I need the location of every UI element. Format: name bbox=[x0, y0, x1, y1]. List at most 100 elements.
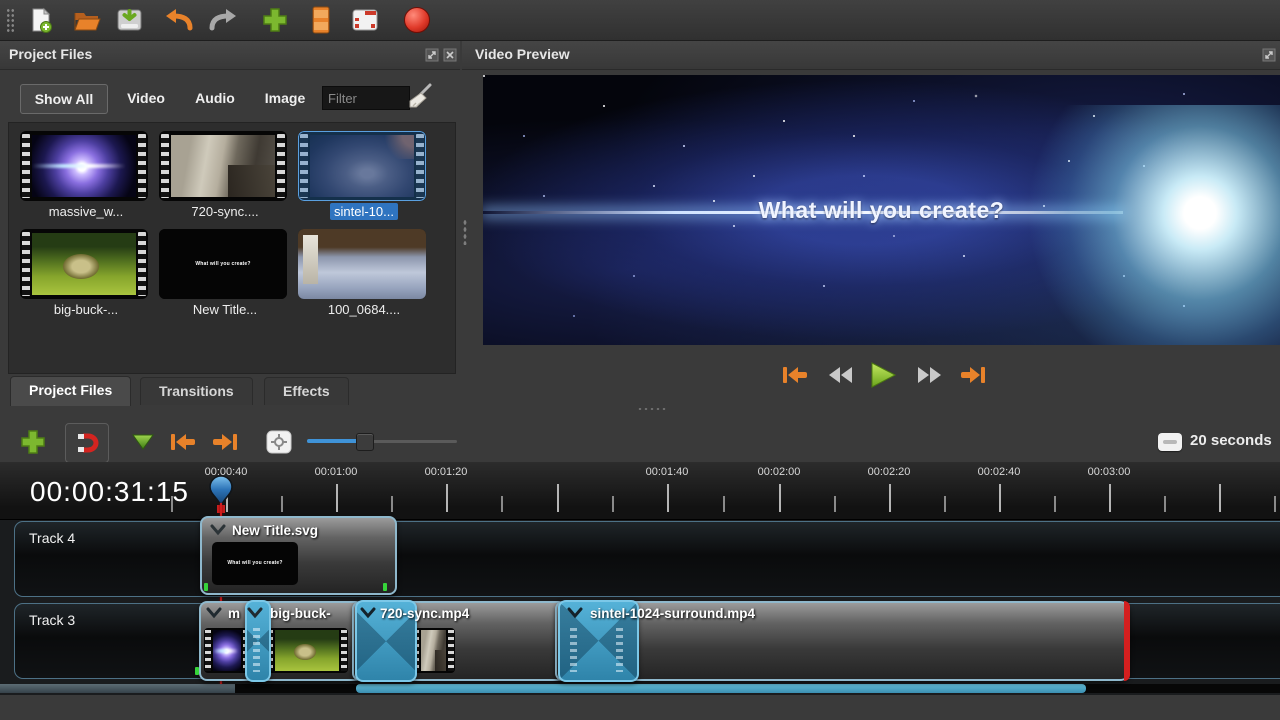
tab-transitions[interactable]: Transitions bbox=[140, 377, 253, 405]
filter-video-button[interactable]: Video bbox=[120, 84, 172, 112]
clip-label: 720-sync.mp4 bbox=[380, 606, 470, 621]
zoom-scale-icon bbox=[1158, 433, 1182, 451]
file-label: 100_0684.... bbox=[327, 302, 401, 317]
rewind-button[interactable] bbox=[824, 358, 858, 392]
file-label: massive_w... bbox=[48, 204, 124, 219]
marker-down-icon bbox=[132, 434, 154, 450]
clip-new-title[interactable]: New Title.svg What will you create? bbox=[200, 516, 397, 595]
new-project-icon bbox=[32, 7, 52, 33]
ruler-tick-minor bbox=[1274, 496, 1276, 512]
clip-label: sintel-1024-surround.mp4 bbox=[590, 606, 756, 621]
big-buck-thumbnail bbox=[32, 233, 136, 295]
timeline-scrollbar-handle[interactable] bbox=[356, 684, 1086, 693]
fullscreen-button[interactable] bbox=[350, 5, 380, 35]
new-project-button[interactable] bbox=[26, 5, 56, 35]
float-panel-icon[interactable] bbox=[425, 48, 439, 62]
filter-image-button[interactable]: Image bbox=[256, 84, 314, 112]
file-label-selected: sintel-10... bbox=[298, 203, 430, 220]
add-track-button[interactable] bbox=[18, 427, 48, 457]
play-icon bbox=[871, 362, 897, 388]
open-project-button[interactable] bbox=[72, 5, 102, 35]
file-item[interactable]: massive_w... bbox=[20, 131, 152, 219]
file-item[interactable]: 100_0684.... bbox=[298, 229, 430, 317]
clip-label: New Title.svg bbox=[232, 523, 319, 538]
fast-forward-button[interactable] bbox=[912, 358, 946, 392]
choose-profile-button[interactable] bbox=[306, 5, 336, 35]
clip-menu-chevron-icon[interactable] bbox=[206, 607, 222, 619]
jump-end-icon bbox=[213, 434, 237, 450]
jump-to-start-button[interactable] bbox=[778, 358, 812, 392]
undo-icon bbox=[166, 9, 193, 31]
export-video-button[interactable] bbox=[402, 5, 432, 35]
main-toolbar bbox=[0, 0, 1280, 41]
openshot-window: Project Files Show All Video Audio Image… bbox=[0, 0, 1280, 720]
ruler-tick-minor bbox=[391, 496, 393, 512]
panel-splitter-handle[interactable] bbox=[463, 219, 467, 245]
ruler-label: 00:02:00 bbox=[757, 466, 801, 478]
next-marker-button[interactable] bbox=[210, 427, 240, 457]
snapping-toggle-button[interactable] bbox=[65, 423, 109, 463]
ruler-tick-major bbox=[1109, 484, 1111, 512]
ruler-tick-minor bbox=[1164, 496, 1166, 512]
clear-filter-button[interactable] bbox=[406, 82, 434, 115]
dock-resize-handle[interactable] bbox=[637, 407, 667, 411]
undo-button[interactable] bbox=[164, 5, 194, 35]
file-item-selected[interactable]: sintel-10... bbox=[298, 131, 430, 220]
clip-menu-chevron-icon[interactable] bbox=[247, 607, 263, 619]
float-panel-icon[interactable] bbox=[1262, 48, 1276, 62]
current-time-display: 00:00:31:15 bbox=[30, 476, 189, 507]
track-4-label: Track 4 bbox=[29, 530, 76, 546]
keyframe-mark bbox=[195, 667, 199, 675]
ruler-tick-major bbox=[999, 484, 1001, 512]
plus-icon bbox=[21, 430, 45, 454]
record-circle-icon bbox=[404, 7, 430, 33]
ruler-tick-major bbox=[336, 484, 338, 512]
file-item[interactable]: What will you create? New Title... bbox=[159, 229, 291, 317]
film-clip-icon bbox=[312, 6, 330, 34]
ruler-tick-minor bbox=[834, 496, 836, 512]
zoom-slider-handle[interactable] bbox=[356, 433, 374, 451]
zoom-slider-fill bbox=[307, 439, 359, 443]
ruler-label: 00:01:40 bbox=[645, 466, 689, 478]
filter-show-all-button[interactable]: Show All bbox=[20, 84, 108, 114]
previous-marker-button[interactable] bbox=[168, 427, 198, 457]
file-label: 720-sync.... bbox=[191, 204, 259, 219]
add-marker-button[interactable] bbox=[128, 427, 158, 457]
jump-to-end-button[interactable] bbox=[956, 358, 990, 392]
close-panel-icon[interactable] bbox=[443, 48, 457, 62]
toolbar-grip-handle[interactable] bbox=[6, 8, 15, 34]
filter-audio-button[interactable]: Audio bbox=[188, 84, 242, 112]
video-preview-title: Video Preview bbox=[475, 46, 570, 62]
lens-flare bbox=[1013, 105, 1280, 345]
open-folder-icon bbox=[74, 13, 101, 31]
play-button[interactable] bbox=[866, 358, 900, 392]
file-item[interactable]: big-buck-... bbox=[20, 229, 152, 317]
ruler-label: 00:02:40 bbox=[977, 466, 1021, 478]
tab-project-files[interactable]: Project Files bbox=[10, 376, 132, 406]
ruler-tick-major bbox=[1219, 484, 1221, 512]
keyframe-mark bbox=[383, 583, 387, 591]
center-on-playhead-button[interactable] bbox=[264, 427, 294, 457]
clip-trim-edge[interactable] bbox=[1124, 601, 1130, 681]
tab-effects[interactable]: Effects bbox=[264, 377, 349, 405]
center-playhead-icon bbox=[266, 430, 292, 454]
project-files-grid: massive_w... 720-sync.... sintel-10... b… bbox=[8, 122, 456, 374]
video-preview-display: What will you create? bbox=[483, 75, 1280, 345]
filter-input[interactable] bbox=[322, 86, 410, 110]
jump-start-icon bbox=[783, 367, 807, 383]
save-project-button[interactable] bbox=[114, 5, 144, 35]
import-files-button[interactable] bbox=[260, 5, 290, 35]
redo-button[interactable] bbox=[208, 5, 238, 35]
ruler-label: 00:01:20 bbox=[424, 466, 468, 478]
rewind-icon bbox=[829, 367, 852, 383]
clip-menu-chevron-icon[interactable] bbox=[360, 607, 376, 619]
timeline-ruler[interactable]: 00:00:40 00:01:00 00:01:20 00:01:40 00:02:00… bbox=[0, 462, 1280, 520]
file-label: New Title... bbox=[192, 302, 258, 317]
video-preview-header: Video Preview bbox=[462, 41, 1280, 70]
broom-icon bbox=[409, 83, 432, 108]
selection-overlay bbox=[298, 131, 426, 201]
file-item[interactable]: 720-sync.... bbox=[159, 131, 291, 219]
ruler-label: 00:01:00 bbox=[314, 466, 358, 478]
clip-menu-chevron-icon[interactable] bbox=[567, 607, 583, 619]
clip-menu-chevron-icon[interactable] bbox=[210, 524, 226, 536]
